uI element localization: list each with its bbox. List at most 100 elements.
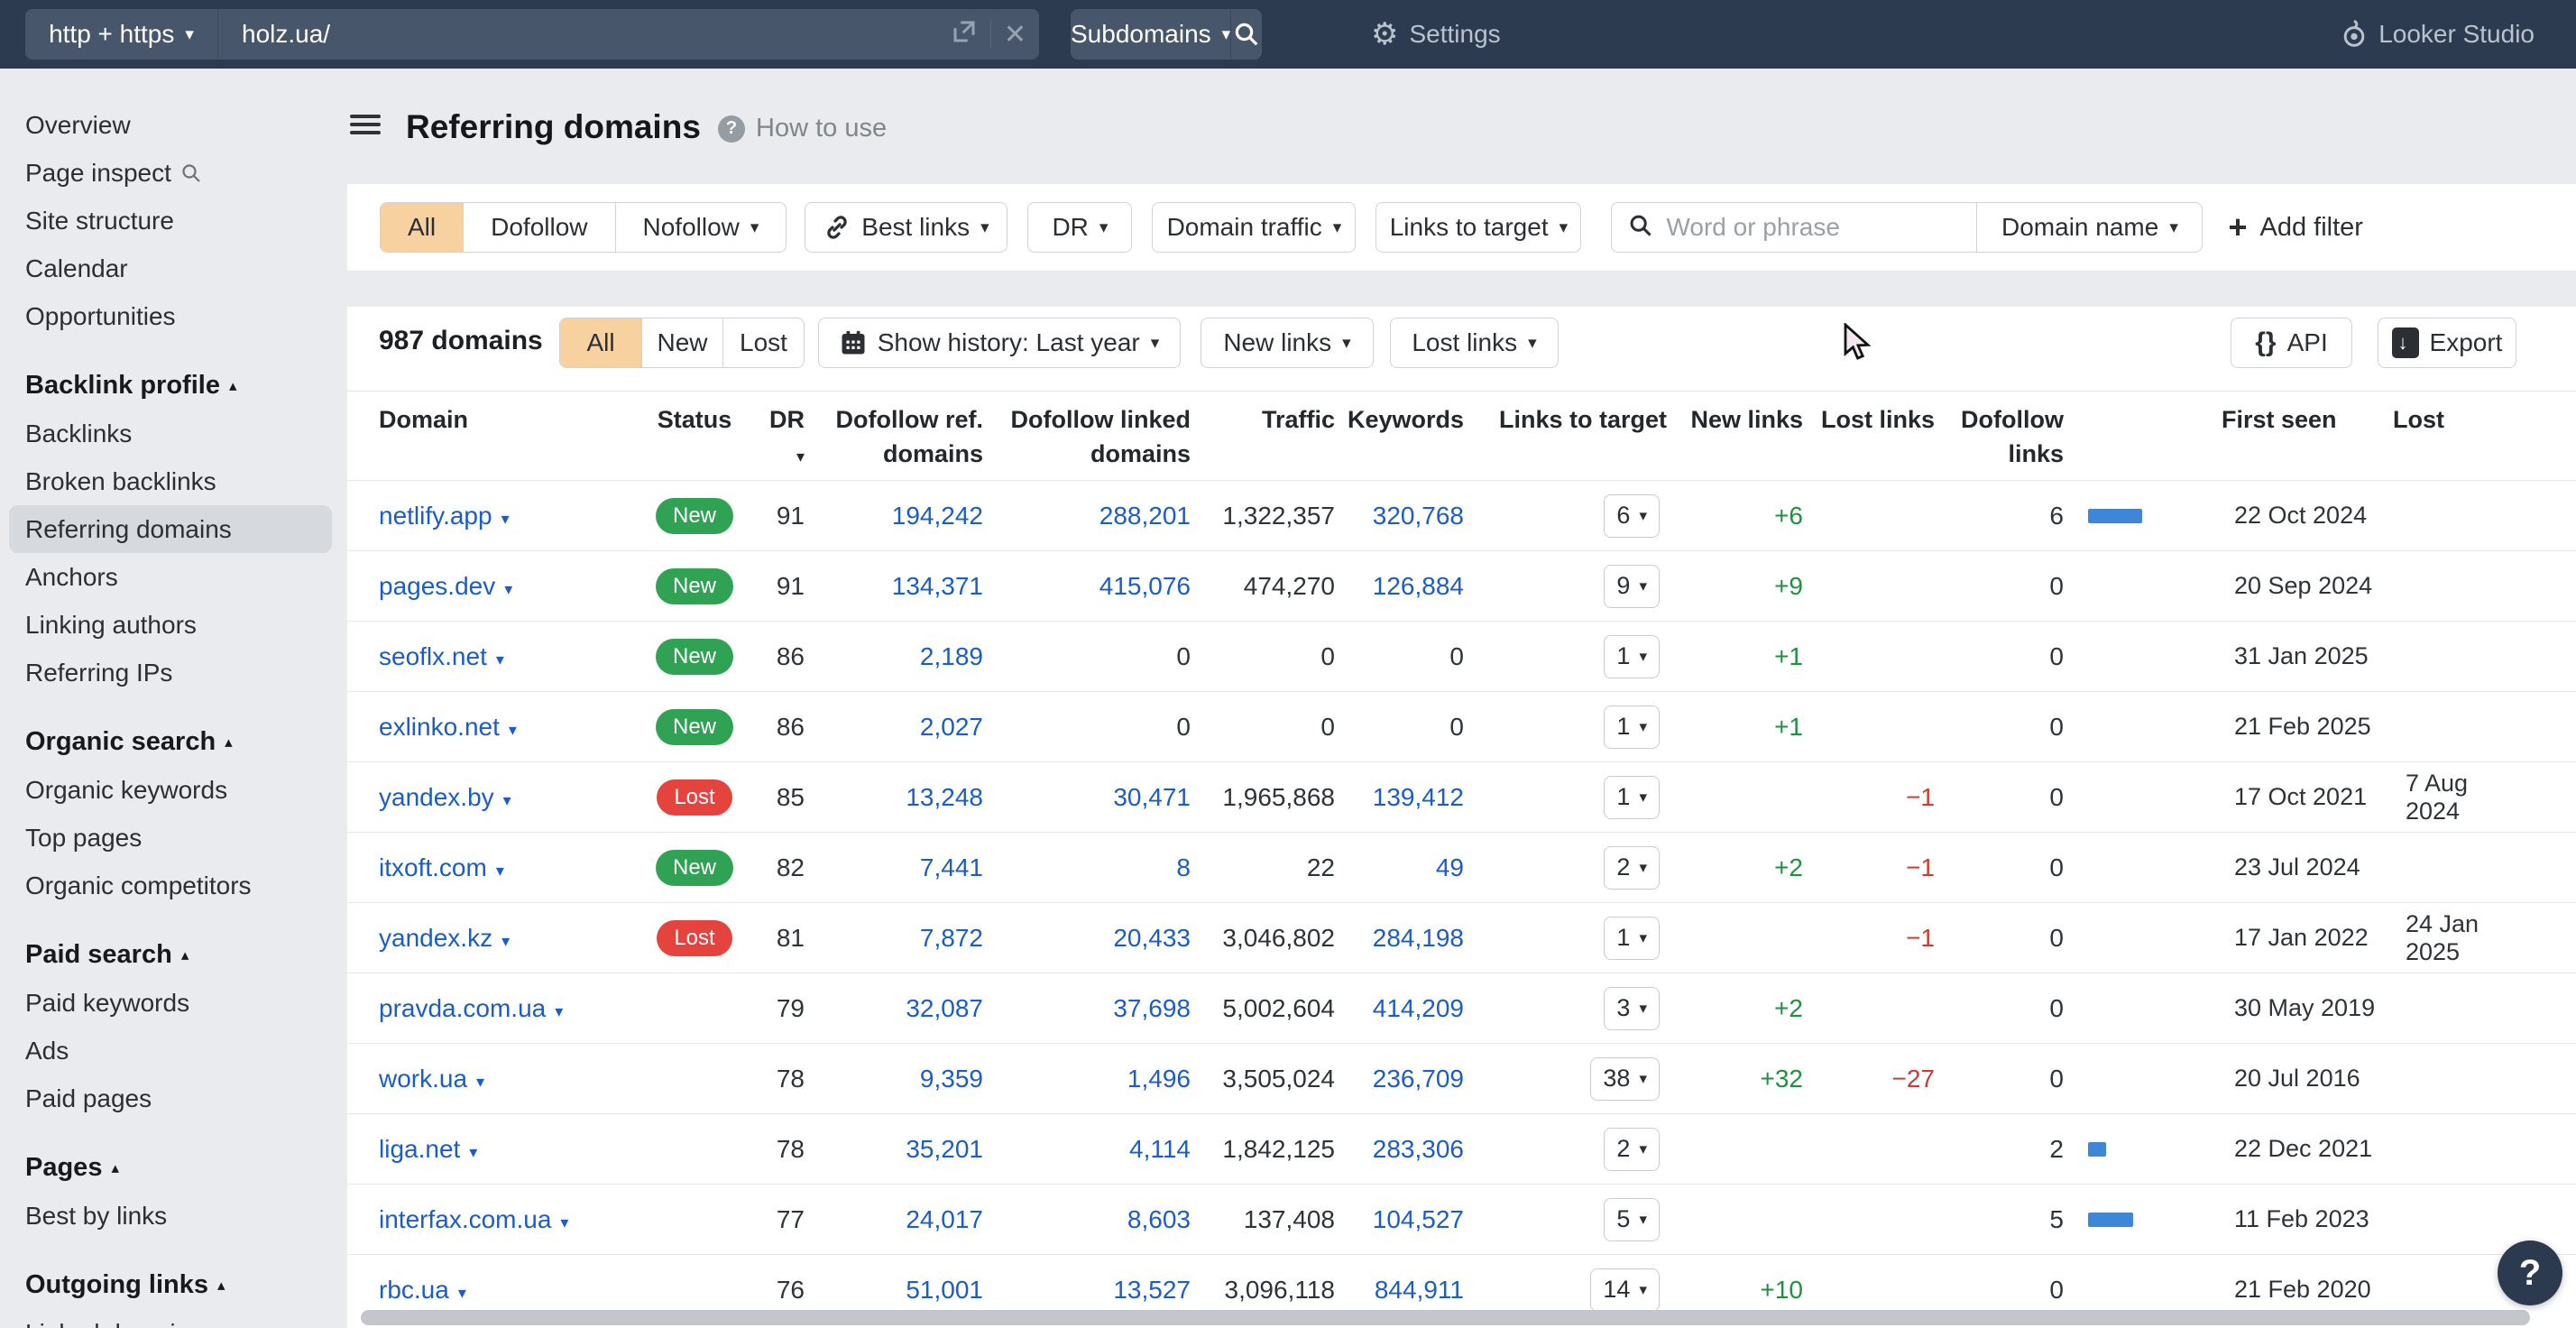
protocol-select[interactable]: http + https ▾ — [25, 9, 218, 60]
links-to-target-select[interactable]: 2▾ — [1604, 1128, 1660, 1171]
dofollow-linked-value[interactable]: 13,527 — [1113, 1276, 1191, 1304]
dofollow-ref-value[interactable]: 51,001 — [906, 1276, 983, 1304]
sidebar-item-referring-domains[interactable]: Referring domains — [9, 505, 332, 553]
dofollow-linked-value[interactable]: 8 — [1176, 853, 1191, 881]
links-to-target-select[interactable]: 1▾ — [1604, 706, 1660, 749]
sidebar-item-backlinks[interactable]: Backlinks — [0, 410, 347, 457]
how-to-use-link[interactable]: ? How to use — [718, 114, 887, 143]
dofollow-ref-value[interactable]: 134,371 — [892, 572, 983, 600]
looker-studio-link[interactable]: Looker Studio — [2341, 0, 2535, 69]
sidebar-item-best-by-links[interactable]: Best by links — [0, 1192, 347, 1240]
column-header-dr[interactable]: DR▾ — [758, 402, 805, 474]
chevron-down-icon[interactable]: ▾ — [476, 1073, 484, 1092]
chevron-down-icon[interactable]: ▾ — [555, 1002, 563, 1021]
toolbar-segment-all[interactable]: All — [560, 318, 641, 367]
filter-links-to-target-button[interactable]: Links to target▾ — [1375, 202, 1581, 253]
links-to-target-select[interactable]: 38▾ — [1590, 1057, 1660, 1101]
filter-segment-all[interactable]: All — [381, 203, 463, 252]
keywords-value[interactable]: 104,527 — [1373, 1205, 1464, 1233]
dofollow-linked-value[interactable]: 4,114 — [1129, 1135, 1191, 1163]
horizontal-scrollbar[interactable] — [361, 1310, 2530, 1325]
dofollow-ref-value[interactable]: 9,359 — [920, 1065, 983, 1093]
open-external-icon[interactable] — [951, 18, 978, 51]
chevron-down-icon[interactable]: ▾ — [501, 932, 510, 951]
search-scope-select[interactable]: Domain name▾ — [1976, 203, 2202, 252]
sidebar-item-organic-keywords[interactable]: Organic keywords — [0, 766, 347, 814]
filter-dr-button[interactable]: DR▾ — [1027, 202, 1132, 253]
sidebar-item-linked-domains[interactable]: Linked domains — [0, 1309, 347, 1328]
domain-link[interactable]: seoflx.net — [379, 642, 487, 670]
show-history-select[interactable]: Show history: Last year ▾ — [818, 318, 1181, 368]
toolbar-segment-new[interactable]: New — [641, 318, 722, 367]
domain-link[interactable]: yandex.by — [379, 783, 494, 811]
dofollow-ref-value[interactable]: 194,242 — [892, 502, 983, 530]
dofollow-ref-value[interactable]: 2,027 — [920, 713, 983, 741]
target-url-input[interactable]: holz.ua/ — [218, 20, 951, 49]
dofollow-linked-value[interactable]: 37,698 — [1113, 994, 1191, 1022]
dofollow-linked-value[interactable]: 8,603 — [1127, 1205, 1191, 1233]
chevron-down-icon[interactable]: ▾ — [504, 580, 512, 599]
domain-link[interactable]: liga.net — [379, 1135, 460, 1163]
sidebar-item-overview[interactable]: Overview — [0, 101, 347, 149]
links-to-target-select[interactable]: 9▾ — [1604, 565, 1660, 608]
lost-links-filter[interactable]: Lost links ▾ — [1390, 318, 1559, 368]
dofollow-linked-value[interactable]: 1,496 — [1127, 1065, 1191, 1093]
links-to-target-select[interactable]: 1▾ — [1604, 917, 1660, 960]
links-to-target-select[interactable]: 1▾ — [1604, 776, 1660, 819]
api-button[interactable]: {} API — [2231, 318, 2352, 368]
sidebar-item-site-structure[interactable]: Site structure — [0, 197, 347, 244]
dofollow-ref-value[interactable]: 13,248 — [906, 783, 983, 811]
sidebar-section-paid-search[interactable]: Paid search▴ — [0, 931, 347, 979]
dofollow-linked-value[interactable]: 415,076 — [1099, 572, 1191, 600]
domain-link[interactable]: yandex.kz — [379, 924, 492, 952]
chevron-down-icon[interactable]: ▾ — [560, 1213, 568, 1232]
filter-segment-nofollow[interactable]: Nofollow▾ — [615, 203, 787, 252]
dofollow-ref-value[interactable]: 24,017 — [906, 1205, 983, 1233]
chevron-down-icon[interactable]: ▾ — [469, 1143, 477, 1162]
domain-link[interactable]: itxoft.com — [379, 853, 487, 881]
chevron-down-icon[interactable]: ▾ — [496, 862, 504, 881]
sidebar-item-ads[interactable]: Ads — [0, 1027, 347, 1074]
sidebar-item-referring-ips[interactable]: Referring IPs — [0, 649, 347, 696]
sidebar-item-broken-backlinks[interactable]: Broken backlinks — [0, 457, 347, 505]
links-to-target-select[interactable]: 2▾ — [1604, 846, 1660, 890]
settings-button[interactable]: ⚙ Settings — [1371, 0, 1501, 69]
new-links-filter[interactable]: New links ▾ — [1201, 318, 1374, 368]
keywords-value[interactable]: 320,768 — [1373, 502, 1464, 530]
dofollow-linked-value[interactable]: 288,201 — [1099, 502, 1191, 530]
chevron-down-icon[interactable]: ▾ — [458, 1284, 466, 1303]
dofollow-ref-value[interactable]: 7,441 — [920, 853, 983, 881]
sidebar-section-pages[interactable]: Pages▴ — [0, 1144, 347, 1192]
add-filter-button[interactable]: +Add filter — [2228, 211, 2362, 244]
sidebar-item-paid-pages[interactable]: Paid pages — [0, 1074, 347, 1122]
keywords-value[interactable]: 284,198 — [1373, 924, 1464, 952]
links-to-target-select[interactable]: 14▾ — [1590, 1268, 1660, 1312]
links-to-target-select[interactable]: 5▾ — [1604, 1198, 1660, 1241]
word-or-phrase-input[interactable] — [1666, 213, 1937, 242]
sidebar-item-linking-authors[interactable]: Linking authors — [0, 601, 347, 649]
keywords-value[interactable]: 844,911 — [1375, 1276, 1464, 1304]
dofollow-ref-value[interactable]: 32,087 — [906, 994, 983, 1022]
mode-select[interactable]: Subdomains ▾ — [1071, 9, 1231, 60]
help-fab-button[interactable]: ? — [2498, 1240, 2562, 1305]
toolbar-segment-lost[interactable]: Lost — [722, 318, 804, 367]
domain-link[interactable]: exlinko.net — [379, 713, 500, 741]
filter-domain-traffic-button[interactable]: Domain traffic▾ — [1152, 202, 1356, 253]
collapse-sidebar-icon[interactable] — [350, 115, 381, 136]
sidebar-item-top-pages[interactable]: Top pages — [0, 814, 347, 862]
links-to-target-select[interactable]: 3▾ — [1604, 987, 1660, 1030]
sidebar-section-outgoing-links[interactable]: Outgoing links▴ — [0, 1261, 347, 1309]
dofollow-ref-value[interactable]: 2,189 — [920, 642, 983, 670]
chevron-down-icon[interactable]: ▾ — [496, 650, 504, 669]
domain-link[interactable]: netlify.app — [379, 502, 492, 530]
sidebar-item-organic-competitors[interactable]: Organic competitors — [0, 862, 347, 909]
chevron-down-icon[interactable]: ▾ — [501, 510, 510, 529]
chevron-down-icon[interactable]: ▾ — [503, 791, 511, 810]
domain-link[interactable]: pravda.com.ua — [379, 994, 546, 1022]
links-to-target-select[interactable]: 1▾ — [1604, 635, 1660, 678]
chevron-down-icon[interactable]: ▾ — [509, 721, 517, 740]
filter-best-links-button[interactable]: Best links▾ — [805, 202, 1007, 253]
filter-segment-dofollow[interactable]: Dofollow — [463, 203, 614, 252]
domain-link[interactable]: rbc.ua — [379, 1276, 449, 1304]
dofollow-linked-value[interactable]: 20,433 — [1113, 924, 1191, 952]
